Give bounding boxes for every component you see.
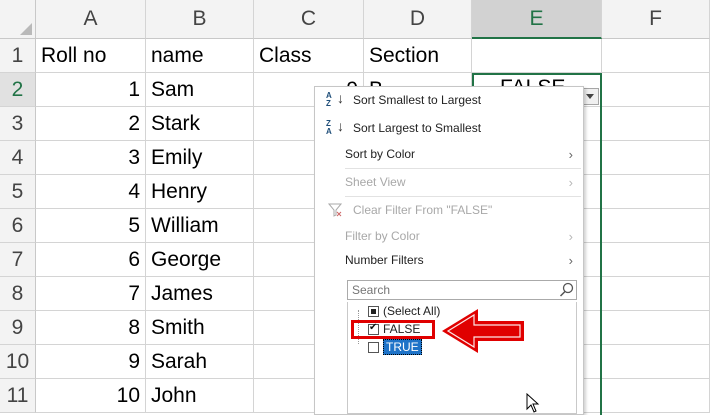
cell-a4[interactable]: 3 xyxy=(36,141,146,175)
row-header-7[interactable]: 7 xyxy=(0,243,36,277)
filter-by-color-item: Filter by Color › xyxy=(315,223,583,249)
cell-f6[interactable] xyxy=(602,209,710,243)
row-header-6[interactable]: 6 xyxy=(0,209,36,243)
row-header-4[interactable]: 4 xyxy=(0,141,36,175)
sort-ascending-item[interactable]: AZ ↓ Sort Smallest to Largest xyxy=(315,87,583,113)
search-input[interactable] xyxy=(347,280,577,300)
cell-a9[interactable]: 8 xyxy=(36,311,146,345)
column-header-a[interactable]: A xyxy=(36,0,146,39)
column-header-b[interactable]: B xyxy=(146,0,254,39)
sort-descending-item[interactable]: ZA ↓ Sort Largest to Smallest xyxy=(315,115,583,141)
cell-f11[interactable] xyxy=(602,379,710,413)
select-all-label: (Select All) xyxy=(383,304,441,318)
true-label: TRUE xyxy=(383,339,422,355)
sort-by-color-label: Sort by Color xyxy=(345,147,416,161)
cell-b9[interactable]: Smith xyxy=(146,311,254,345)
cell-f1[interactable] xyxy=(602,39,710,73)
clear-filter-label: Clear Filter From "FALSE" xyxy=(353,203,493,217)
cell-b5[interactable]: Henry xyxy=(146,175,254,209)
cell-a1[interactable]: Roll no xyxy=(36,39,146,73)
cell-a11[interactable]: 10 xyxy=(36,379,146,413)
true-checkbox[interactable] xyxy=(368,341,379,353)
mouse-pointer-icon xyxy=(526,393,540,413)
sort-descending-label: Sort Largest to Smallest xyxy=(353,121,482,135)
cell-b3[interactable]: Stark xyxy=(146,107,254,141)
cell-b10[interactable]: Sarah xyxy=(146,345,254,379)
filter-menu: AZ ↓ Sort Smallest to Largest ZA ↓ Sort … xyxy=(314,86,584,415)
row-header-1[interactable]: 1 xyxy=(0,39,36,73)
sort-ascending-label: Sort Smallest to Largest xyxy=(353,93,482,107)
row-header-5[interactable]: 5 xyxy=(0,175,36,209)
filter-by-color-label: Filter by Color xyxy=(345,229,420,243)
cell-b4[interactable]: Emily xyxy=(146,141,254,175)
cell-f5[interactable] xyxy=(602,175,710,209)
row-header-8[interactable]: 8 xyxy=(0,277,36,311)
cell-b2[interactable]: Sam xyxy=(146,73,254,107)
filter-dropdown-button[interactable] xyxy=(582,88,599,105)
chevron-right-icon: › xyxy=(568,174,573,190)
cell-f4[interactable] xyxy=(602,141,710,175)
search-icon xyxy=(559,282,574,297)
column-header-e[interactable]: E xyxy=(472,0,602,39)
cell-f8[interactable] xyxy=(602,277,710,311)
column-header-c[interactable]: C xyxy=(254,0,364,39)
cell-b6[interactable]: William xyxy=(146,209,254,243)
cell-c1[interactable]: Class xyxy=(254,39,364,73)
row-header-11[interactable]: 11 xyxy=(0,379,36,413)
cell-b11[interactable]: John xyxy=(146,379,254,413)
column-header-d[interactable]: D xyxy=(364,0,472,39)
cell-a8[interactable]: 7 xyxy=(36,277,146,311)
row-header-2[interactable]: 2 xyxy=(0,73,36,107)
clear-filter-icon xyxy=(328,203,342,217)
list-item-select-all[interactable]: (Select All) xyxy=(368,302,440,320)
chevron-right-icon: › xyxy=(568,146,573,162)
sheet-view-item: Sheet View › xyxy=(315,169,583,195)
cell-f10[interactable] xyxy=(602,345,710,379)
cell-f2[interactable] xyxy=(602,73,710,107)
false-highlight-box xyxy=(351,320,435,339)
cell-a2[interactable]: 1 xyxy=(36,73,146,107)
cell-b7[interactable]: George xyxy=(146,243,254,277)
number-filters-label: Number Filters xyxy=(345,253,424,267)
sheet-view-label: Sheet View xyxy=(345,175,406,189)
chevron-right-icon: › xyxy=(568,228,573,244)
cell-b1[interactable]: name xyxy=(146,39,254,73)
cell-f7[interactable] xyxy=(602,243,710,277)
chevron-right-icon: › xyxy=(568,252,573,268)
row-header-10[interactable]: 10 xyxy=(0,345,36,379)
cell-a6[interactable]: 5 xyxy=(36,209,146,243)
row-header-3[interactable]: 3 xyxy=(0,107,36,141)
cell-a3[interactable]: 2 xyxy=(36,107,146,141)
list-item-true[interactable]: TRUE xyxy=(368,338,422,356)
column-header-f[interactable]: F xyxy=(602,0,710,39)
cell-b8[interactable]: James xyxy=(146,277,254,311)
row-header-9[interactable]: 9 xyxy=(0,311,36,345)
cell-a7[interactable]: 6 xyxy=(36,243,146,277)
number-filters-item[interactable]: Number Filters › xyxy=(315,247,583,273)
cell-a5[interactable]: 4 xyxy=(36,175,146,209)
cell-d1[interactable]: Section xyxy=(364,39,472,73)
sort-by-color-item[interactable]: Sort by Color › xyxy=(315,141,583,167)
cell-a10[interactable]: 9 xyxy=(36,345,146,379)
cell-e1[interactable] xyxy=(472,39,602,73)
clear-filter-item: Clear Filter From "FALSE" xyxy=(315,197,583,223)
red-arrow-icon xyxy=(442,309,524,353)
select-all-checkbox[interactable] xyxy=(368,305,379,317)
cell-f3[interactable] xyxy=(602,107,710,141)
cell-f9[interactable] xyxy=(602,311,710,345)
select-all-corner[interactable] xyxy=(0,0,36,39)
